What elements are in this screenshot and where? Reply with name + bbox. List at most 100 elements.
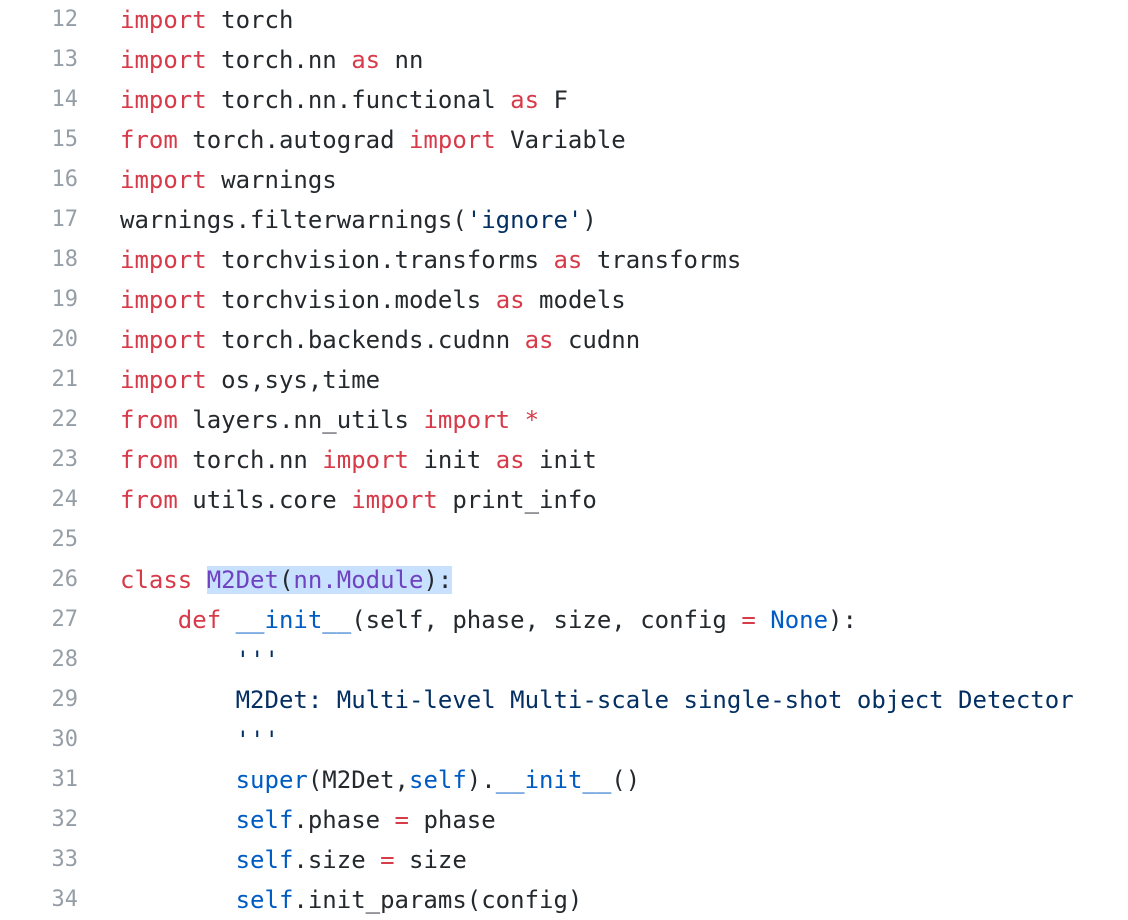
code-token: torch.autograd [177,126,409,154]
code-token: import [120,6,207,34]
line-number[interactable]: 34 [0,880,79,920]
code-token: ). [466,766,496,794]
code-line: 24 from utils.core import print_info [0,480,1128,520]
code-token: ( [278,566,294,594]
line-number[interactable]: 29 [0,680,79,720]
code-token: torchvision.transforms [206,246,554,274]
line-number[interactable]: 26 [0,560,79,600]
code-token: = [394,806,409,834]
code-token: import [120,286,207,314]
code-text[interactable]: super(M2Det,self).__init__() [120,760,641,800]
code-text[interactable]: from utils.core import print_info [120,480,597,520]
code-line: 19 import torchvision.models as models [0,280,1128,320]
code-text[interactable]: import torch.nn.functional as F [120,80,568,120]
line-number[interactable]: 19 [0,280,79,320]
code-text[interactable]: self.init_params(config) [120,880,583,920]
code-token: ''' [235,726,279,754]
code-token: .size [293,846,381,874]
code-token: from [120,446,178,474]
code-token: phase [409,806,496,834]
code-token: torch.nn.functional [206,86,511,114]
code-line: 16 import warnings [0,160,1128,200]
code-token: import [120,86,207,114]
code-token: as [510,86,540,114]
code-line: 14 import torch.nn.functional as F [0,80,1128,120]
code-token: utils.core [177,486,352,514]
line-number[interactable]: 15 [0,120,79,160]
code-token: F [539,86,568,114]
code-text[interactable]: import torchvision.models as models [120,280,626,320]
code-token: M2Det [206,566,279,594]
code-text[interactable]: ''' [120,720,279,760]
code-token: self [235,846,294,874]
line-number[interactable]: 33 [0,840,79,880]
line-number[interactable]: 14 [0,80,79,120]
line-number[interactable]: 12 [0,0,79,40]
code-token: Variable [495,126,626,154]
line-number[interactable]: 21 [0,360,79,400]
code-line: 15 from torch.autograd import Variable [0,120,1128,160]
line-number[interactable]: 25 [0,520,79,560]
line-number[interactable]: 30 [0,720,79,760]
code-token: () [611,766,641,794]
code-text[interactable]: M2Det: Multi-level Multi-scale single-sh… [120,680,1074,720]
code-token: warnings.filterwarnings( [120,206,467,234]
code-token: .phase [293,806,395,834]
code-line: 13 import torch.nn as nn [0,40,1128,80]
line-number[interactable]: 31 [0,760,79,800]
code-text[interactable]: from torch.nn import init as init [120,440,597,480]
code-token: import [351,486,438,514]
code-token: M2Det: Multi-level Multi-scale single-sh… [235,686,1074,714]
code-token: ) [582,206,597,234]
code-text[interactable]: import torchvision.transforms as transfo… [120,240,741,280]
line-number[interactable]: 32 [0,800,79,840]
code-token: as [351,46,381,74]
code-line: 30 ''' [0,720,1128,760]
code-text[interactable]: import torch [120,0,293,40]
code-text[interactable]: import torch.backends.cudnn as cudnn [120,320,640,360]
code-text[interactable]: warnings.filterwarnings('ignore') [120,200,597,240]
code-line: 26 class M2Det(nn.Module): [0,560,1128,600]
line-number[interactable]: 27 [0,600,79,640]
line-number[interactable]: 20 [0,320,79,360]
line-number[interactable]: 23 [0,440,79,480]
code-token: __init__ [495,766,612,794]
code-text[interactable]: ''' [120,640,279,680]
code-token: warnings [206,166,337,194]
code-text[interactable]: def __init__(self, phase, size, config =… [120,600,857,640]
line-number[interactable]: 16 [0,160,79,200]
code-text[interactable]: import warnings [120,160,337,200]
code-line: 17 warnings.filterwarnings('ignore') [0,200,1128,240]
code-token: as [495,286,525,314]
code-text[interactable]: from torch.autograd import Variable [120,120,626,160]
line-number[interactable]: 18 [0,240,79,280]
code-text[interactable]: from layers.nn_utils import * [120,400,539,440]
code-text[interactable]: self.phase = phase [120,800,496,840]
line-number[interactable]: 13 [0,40,79,80]
code-line: 25 [0,520,1128,560]
code-token: ): [828,606,857,634]
code-text[interactable]: class M2Det(nn.Module): [120,560,453,600]
code-line: 12 import torch [0,0,1128,40]
code-token: from [120,406,178,434]
line-number[interactable]: 17 [0,200,79,240]
code-text[interactable]: self.size = size [120,840,467,880]
code-line: 34 self.init_params(config) [0,880,1128,920]
code-token: (M2Det, [307,766,409,794]
code-line: 23 from torch.nn import init as init [0,440,1128,480]
code-line: 21 import os,sys,time [0,360,1128,400]
line-number[interactable]: 28 [0,640,79,680]
code-text[interactable]: import torch.nn as nn [120,40,423,80]
code-token: self [409,766,467,794]
code-line: 22 from layers.nn_utils import * [0,400,1128,440]
line-number[interactable]: 22 [0,400,79,440]
code-line: 29 M2Det: Multi-level Multi-scale single… [0,680,1128,720]
code-text[interactable]: import os,sys,time [120,360,380,400]
code-token: as [553,246,583,274]
code-token: (self, phase, size, config [351,606,742,634]
line-number[interactable]: 24 [0,480,79,520]
